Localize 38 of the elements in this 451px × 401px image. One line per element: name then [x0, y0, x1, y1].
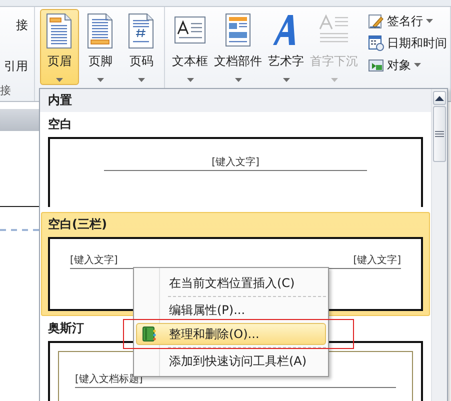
- scrollbar[interactable]: [431, 89, 447, 401]
- caret-icon: [186, 78, 194, 82]
- ribbon-button[interactable]: 文本框: [170, 9, 210, 85]
- caret-icon: [97, 78, 104, 82]
- grip-icon: [435, 131, 444, 137]
- embedded-object-icon: [368, 57, 384, 73]
- caret-icon: [282, 78, 290, 82]
- ribbon-button[interactable]: 页码: [122, 9, 161, 85]
- ribbon-button[interactable]: 页脚: [81, 9, 120, 85]
- ribbon-command[interactable]: 接: [16, 17, 34, 34]
- caret-icon: [56, 78, 63, 82]
- ribbon-command[interactable]: 引用: [4, 58, 34, 75]
- ribbon-button[interactable]: 日期和时间: [368, 34, 447, 52]
- placeholder-text: [键入文字]: [70, 255, 118, 267]
- placeholder-text: [键入文字]: [353, 255, 401, 267]
- caret-icon: [330, 78, 338, 82]
- scroll-thumb[interactable]: [433, 106, 446, 162]
- section-heading: 内置: [40, 89, 431, 112]
- up-arrow-icon: [435, 96, 444, 100]
- menu-item[interactable]: 添加到快速访问工具栏(A): [136, 350, 326, 372]
- calendar-clock-icon: [368, 35, 384, 51]
- notebook-icon: [142, 326, 156, 342]
- ribbon-button[interactable]: 文档部件: [212, 9, 264, 85]
- scroll-up-button[interactable]: [433, 91, 446, 105]
- ribbon-button[interactable]: 页眉: [40, 9, 79, 85]
- ruler-bar: [0, 109, 39, 131]
- menu-item[interactable]: 整理和删除(O)...: [136, 323, 326, 345]
- group-label: 接: [0, 83, 12, 99]
- caret-icon: [426, 19, 433, 23]
- caret-icon: [414, 63, 421, 67]
- ribbon-button[interactable]: 对象: [368, 56, 447, 74]
- caret-icon: [138, 78, 145, 82]
- menu-item[interactable]: 在当前文档位置插入(C): [136, 272, 326, 294]
- ribbon-button[interactable]: 签名行: [368, 12, 447, 30]
- placeholder-text: [键入文字]: [212, 157, 260, 169]
- signature-pen-icon: [368, 13, 384, 29]
- caret-icon: [234, 78, 242, 82]
- ribbon-button[interactable]: 艺术字: [266, 9, 306, 85]
